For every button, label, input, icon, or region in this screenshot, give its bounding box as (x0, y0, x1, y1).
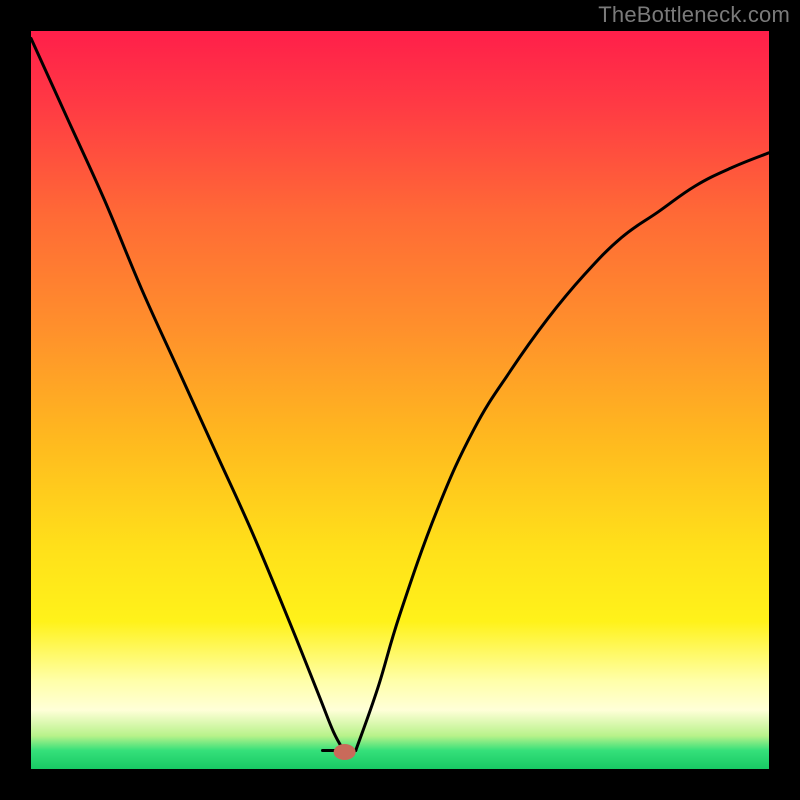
watermark-text: TheBottleneck.com (598, 2, 790, 28)
chart-frame: TheBottleneck.com (0, 0, 800, 800)
plot-area (31, 31, 769, 769)
plot-svg (31, 31, 769, 769)
optimum-marker (334, 744, 356, 760)
